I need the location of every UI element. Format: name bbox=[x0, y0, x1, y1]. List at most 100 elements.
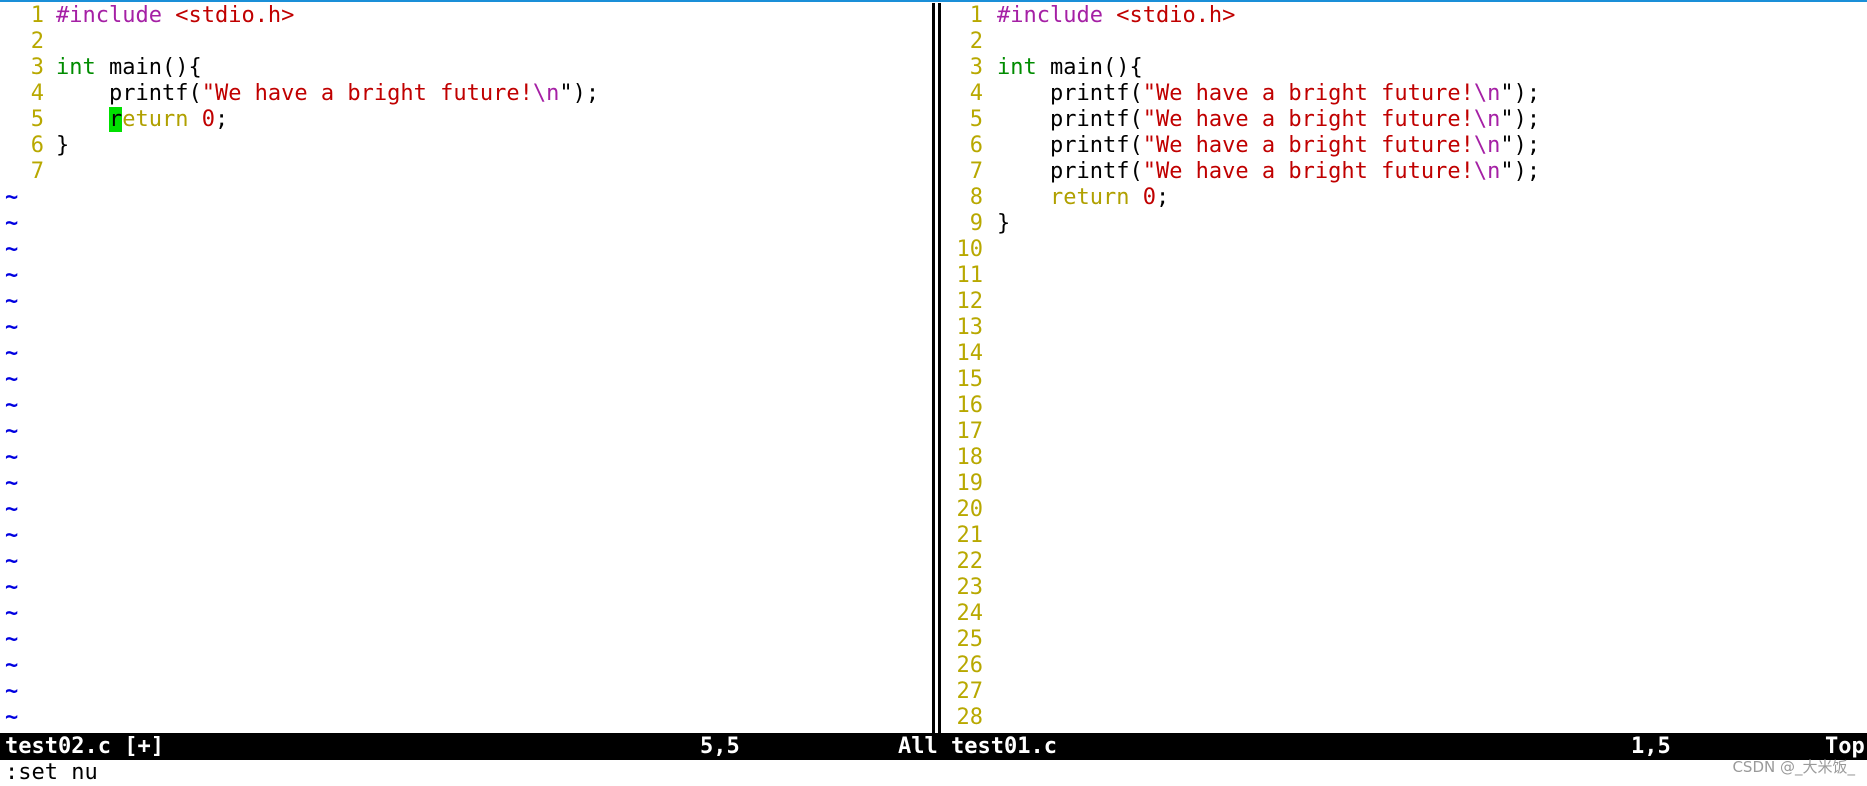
line-number: 7 bbox=[969, 159, 983, 184]
editor-pane-right[interactable]: 1 #include <stdio.h> 2 3 int main(){ 4 pri… bbox=[943, 3, 1867, 733]
code-line[interactable]: 2 bbox=[943, 29, 1867, 55]
vertical-split-separator[interactable] bbox=[929, 3, 943, 733]
line-number: 20 bbox=[956, 497, 984, 522]
semicolon: ; bbox=[1155, 185, 1170, 210]
status-line-left: test02.c [+] 5,5 All bbox=[0, 733, 943, 760]
escape-sequence: \n bbox=[1473, 159, 1501, 184]
line-number: 2 bbox=[969, 29, 983, 54]
empty-buffer-marker: ~ bbox=[5, 211, 19, 236]
code-line[interactable]: 4 printf("We have a bright future!\n"); bbox=[0, 81, 926, 107]
code-line[interactable]: 28 bbox=[943, 705, 1867, 731]
line-number: 3 bbox=[30, 55, 44, 80]
line-number: 1 bbox=[969, 3, 983, 28]
line-number: 16 bbox=[956, 393, 984, 418]
empty-buffer-marker: ~ bbox=[5, 679, 19, 704]
semicolon: ; bbox=[214, 107, 229, 132]
empty-buffer-marker: ~ bbox=[5, 289, 19, 314]
code-line[interactable]: 18 bbox=[943, 445, 1867, 471]
empty-buffer-marker: ~ bbox=[5, 471, 19, 496]
code-line[interactable]: 3 int main(){ bbox=[943, 55, 1867, 81]
code-line[interactable]: 11 bbox=[943, 263, 1867, 289]
code-line[interactable]: 14 bbox=[943, 341, 1867, 367]
code-line[interactable]: 20 bbox=[943, 497, 1867, 523]
watermark-text: CSDN @_大米饭_ bbox=[1732, 758, 1855, 776]
line-number: 5 bbox=[969, 107, 983, 132]
code-line[interactable]: 27 bbox=[943, 679, 1867, 705]
empty-buffer-marker: ~ bbox=[5, 393, 19, 418]
code-line[interactable]: 5 return 0; bbox=[0, 107, 926, 133]
function-call: printf( bbox=[108, 81, 202, 106]
split-bar bbox=[938, 3, 941, 733]
function-call: printf( bbox=[1049, 133, 1143, 158]
function-call: printf( bbox=[1049, 107, 1143, 132]
empty-buffer-marker: ~ bbox=[5, 575, 19, 600]
split-bar bbox=[932, 3, 935, 733]
code-line[interactable]: 13 bbox=[943, 315, 1867, 341]
code-line[interactable]: 19 bbox=[943, 471, 1867, 497]
code-line[interactable]: 4 printf("We have a bright future!\n"); bbox=[943, 81, 1867, 107]
line-number: 28 bbox=[956, 705, 984, 730]
code-line[interactable]: 7 bbox=[0, 159, 926, 185]
string-literal: "We have a bright future! bbox=[1142, 133, 1474, 158]
code-line[interactable]: 6 printf("We have a bright future!\n"); bbox=[943, 133, 1867, 159]
line-number: 14 bbox=[956, 341, 984, 366]
line-number: 18 bbox=[956, 445, 984, 470]
code-line[interactable]: 24 bbox=[943, 601, 1867, 627]
line-number: 25 bbox=[956, 627, 984, 652]
type-keyword: int bbox=[56, 55, 96, 80]
code-line[interactable]: 9} bbox=[943, 211, 1867, 237]
escape-sequence: \n bbox=[1473, 133, 1501, 158]
empty-buffer-marker: ~ bbox=[5, 315, 19, 340]
code-line[interactable]: 26 bbox=[943, 653, 1867, 679]
code-line[interactable]: 22 bbox=[943, 549, 1867, 575]
line-number: 26 bbox=[956, 653, 984, 678]
function-call: printf( bbox=[1049, 81, 1143, 106]
code-line[interactable]: 25 bbox=[943, 627, 1867, 653]
line-number: 10 bbox=[956, 237, 984, 262]
code-line[interactable]: 7 printf("We have a bright future!\n"); bbox=[943, 159, 1867, 185]
empty-buffer-marker: ~ bbox=[5, 419, 19, 444]
preprocessor-directive: #include bbox=[56, 3, 162, 28]
line-number: 2 bbox=[30, 29, 44, 54]
code-line[interactable]: 5 printf("We have a bright future!\n"); bbox=[943, 107, 1867, 133]
return-keyword: eturn bbox=[122, 107, 189, 132]
line-number: 23 bbox=[956, 575, 984, 600]
empty-buffer-marker: ~ bbox=[5, 653, 19, 678]
empty-buffer-marker: ~ bbox=[5, 367, 19, 392]
code-line[interactable]: 17 bbox=[943, 419, 1867, 445]
code-line[interactable]: 15 bbox=[943, 367, 1867, 393]
code-line[interactable]: 1 #include <stdio.h> bbox=[0, 3, 926, 29]
close-brace: } bbox=[56, 133, 70, 158]
code-line[interactable]: 8 return 0; bbox=[943, 185, 1867, 211]
code-line[interactable]: 2 bbox=[0, 29, 926, 55]
string-literal: "We have a bright future! bbox=[1142, 107, 1474, 132]
status-filename: test01.c bbox=[951, 734, 1057, 759]
code-line[interactable]: 16 bbox=[943, 393, 1867, 419]
code-line[interactable]: 6} bbox=[0, 133, 926, 159]
code-line[interactable]: 3 int main(){ bbox=[0, 55, 926, 81]
escape-sequence: \n bbox=[1473, 81, 1501, 106]
string-literal: "We have a bright future! bbox=[1142, 81, 1474, 106]
editor-pane-left[interactable]: 1 #include <stdio.h> 2 3 int main(){ 4 pri… bbox=[0, 3, 926, 733]
number-literal: 0 bbox=[201, 107, 215, 132]
code-line[interactable]: 12 bbox=[943, 289, 1867, 315]
code-line[interactable]: 23 bbox=[943, 575, 1867, 601]
line-number: 15 bbox=[956, 367, 984, 392]
line-number: 21 bbox=[956, 523, 984, 548]
escape-sequence: \n bbox=[532, 81, 560, 106]
empty-buffer-marker: ~ bbox=[5, 523, 19, 548]
empty-buffer-marker: ~ bbox=[5, 497, 19, 522]
statement-end: "); bbox=[1500, 81, 1541, 106]
line-number: 3 bbox=[969, 55, 983, 80]
code-line[interactable]: 21 bbox=[943, 523, 1867, 549]
code-line[interactable]: 10 bbox=[943, 237, 1867, 263]
line-number: 9 bbox=[969, 211, 983, 236]
command-line[interactable]: :set nu bbox=[5, 760, 98, 786]
status-cursor-position: 5,5 bbox=[700, 734, 740, 759]
preprocessor-directive: #include bbox=[997, 3, 1103, 28]
code-line[interactable]: 1 #include <stdio.h> bbox=[943, 3, 1867, 29]
line-number: 11 bbox=[956, 263, 984, 288]
line-number: 19 bbox=[956, 471, 984, 496]
statement-end: "); bbox=[1500, 133, 1541, 158]
line-number: 13 bbox=[956, 315, 984, 340]
